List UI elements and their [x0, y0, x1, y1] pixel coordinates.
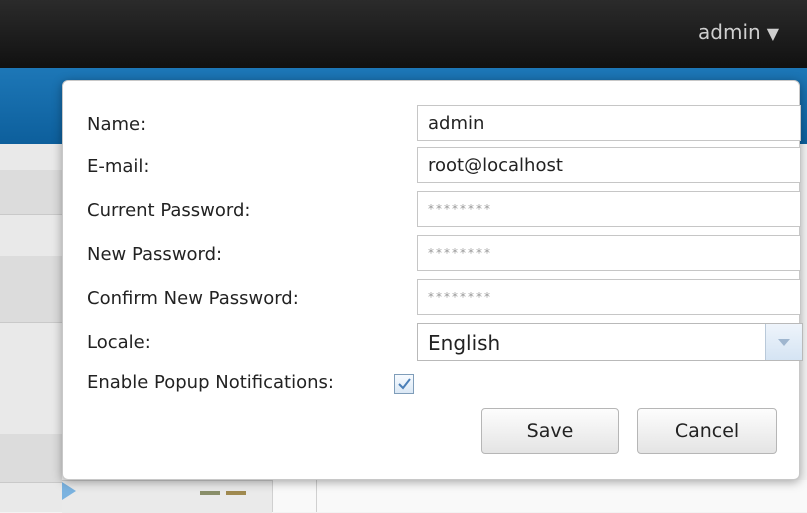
new-password-field[interactable] [417, 235, 801, 271]
user-menu-label: admin [698, 20, 761, 44]
divider [316, 480, 317, 512]
new-password-row: New Password: [87, 235, 801, 273]
expand-arrow-icon[interactable] [62, 482, 76, 500]
locale-selected-value: English [428, 331, 501, 355]
status-icons [200, 480, 256, 495]
popup-notifications-checkbox[interactable] [394, 374, 414, 394]
background-panel [0, 434, 62, 483]
name-field[interactable] [417, 105, 801, 141]
locale-row: Locale: English [87, 323, 803, 361]
chevron-down-icon: ▼ [766, 24, 779, 43]
background-panel [0, 170, 62, 215]
locale-select[interactable]: English [417, 323, 803, 361]
current-password-label: Current Password: [87, 200, 251, 221]
user-preferences-dialog: Name: E-mail: Current Password: New Pass… [62, 80, 803, 480]
new-password-label: New Password: [87, 244, 223, 265]
current-password-row: Current Password: [87, 191, 801, 229]
cancel-button[interactable]: Cancel [637, 408, 777, 454]
popup-notifications-row: Enable Popup Notifications: [87, 369, 781, 407]
background-content [272, 480, 807, 512]
confirm-password-row: Confirm New Password: [87, 279, 801, 317]
checkmark-icon [398, 378, 411, 390]
popup-notifications-label: Enable Popup Notifications: [87, 372, 334, 393]
current-password-field[interactable] [417, 191, 801, 227]
locale-label: Locale: [87, 332, 151, 353]
email-row: E-mail: [87, 147, 801, 185]
dropdown-arrow-icon[interactable] [765, 324, 802, 360]
confirm-password-field[interactable] [417, 279, 801, 315]
name-row: Name: [87, 105, 801, 143]
email-field[interactable] [417, 147, 801, 183]
background-sidebar [0, 144, 62, 512]
name-label: Name: [87, 114, 147, 135]
background-panel [0, 256, 62, 323]
user-menu[interactable]: admin ▼ [698, 20, 779, 44]
top-bar: admin ▼ [0, 0, 807, 68]
email-label: E-mail: [87, 156, 150, 177]
save-button[interactable]: Save [481, 408, 619, 454]
confirm-password-label: Confirm New Password: [87, 288, 299, 309]
